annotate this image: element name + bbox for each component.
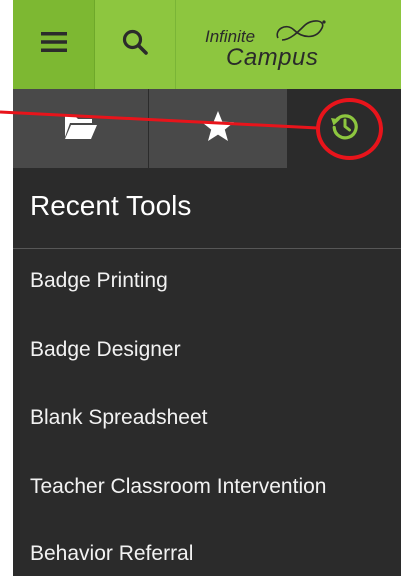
recent-tool-item[interactable]: Badge Designer	[30, 338, 181, 362]
search-button[interactable]	[95, 0, 176, 89]
recent-tools-title: Recent Tools	[30, 190, 192, 221]
folder-open-icon	[64, 112, 98, 145]
navigation-panel: Infinite Campus Recent Tools Badge Print…	[13, 0, 401, 576]
recent-tool-item[interactable]: Blank Spreadsheet	[30, 406, 207, 430]
tab-recent[interactable]	[288, 89, 401, 168]
history-icon	[330, 111, 360, 146]
recent-tool-item[interactable]: Badge Printing	[30, 269, 168, 293]
recent-tool-item[interactable]: Teacher Classroom Intervention	[30, 475, 326, 499]
menu-button[interactable]	[13, 0, 95, 89]
tab-files[interactable]	[13, 89, 149, 168]
infinite-campus-logo[interactable]: Infinite Campus	[176, 0, 401, 89]
hamburger-menu-icon	[40, 32, 67, 57]
app-header: Infinite Campus	[13, 0, 401, 89]
tool-tabs	[13, 89, 401, 168]
tab-favorites[interactable]	[149, 89, 288, 168]
recent-tool-item[interactable]: Behavior Referral	[30, 542, 193, 566]
logo-swoosh-icon	[272, 16, 332, 51]
star-icon	[201, 110, 235, 147]
search-icon	[122, 29, 148, 60]
section-divider	[13, 248, 401, 249]
